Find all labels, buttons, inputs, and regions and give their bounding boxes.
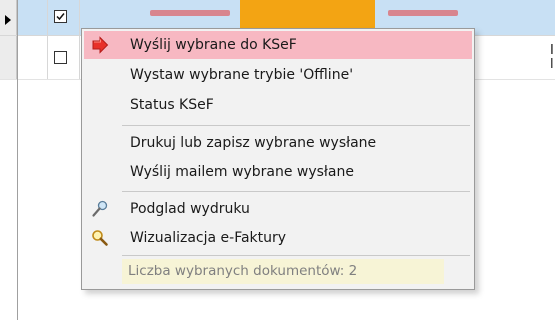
cell-text-fragment: l bbox=[550, 57, 554, 72]
column-divider bbox=[47, 36, 48, 79]
row-checkbox[interactable] bbox=[54, 51, 67, 64]
menu-item-label: Podglad wydruku bbox=[130, 201, 250, 217]
column-divider bbox=[47, 0, 48, 35]
context-menu: Wyślij wybrane do KSeF Wystaw wybrane tr… bbox=[81, 28, 475, 290]
cell-text-fragment: I bbox=[550, 43, 554, 58]
column-divider bbox=[79, 36, 80, 79]
menu-item-visualize-einvoice[interactable]: Wizualizacja e-Faktury bbox=[84, 224, 472, 252]
selected-count-footer: Liczba wybranych dokumentów: 2 bbox=[122, 259, 444, 284]
row-checkbox[interactable] bbox=[54, 10, 67, 23]
menu-item-label: Wizualizacja e-Faktury bbox=[130, 230, 287, 246]
menu-separator bbox=[122, 191, 470, 192]
current-row-arrow-icon bbox=[5, 15, 11, 25]
grid-border bbox=[17, 0, 18, 320]
magnifier-preview-icon bbox=[90, 199, 110, 219]
row-selector[interactable] bbox=[0, 0, 17, 35]
cell-text-fragment bbox=[388, 10, 458, 16]
menu-item-label: Drukuj lub zapisz wybrane wysłane bbox=[130, 135, 377, 151]
checkmark-icon bbox=[56, 13, 65, 21]
send-arrow-icon bbox=[90, 35, 110, 55]
menu-item-label: Wyślij mailem wybrane wysłane bbox=[130, 164, 354, 180]
menu-item-label: Wyślij wybrane do KSeF bbox=[130, 37, 297, 53]
menu-item-print-preview[interactable]: Podglad wydruku bbox=[84, 195, 472, 223]
column-divider bbox=[79, 0, 80, 35]
menu-item-issue-offline[interactable]: Wystaw wybrane trybie 'Offline' bbox=[84, 61, 472, 89]
menu-separator bbox=[122, 255, 470, 256]
menu-item-label: Status KSeF bbox=[130, 97, 214, 113]
magnifier-icon bbox=[90, 228, 110, 248]
row-selector[interactable] bbox=[0, 36, 17, 79]
cell-text-fragment bbox=[150, 10, 230, 16]
menu-item-label: Wystaw wybrane trybie 'Offline' bbox=[130, 67, 354, 83]
selected-count-label: Liczba wybranych dokumentów: 2 bbox=[128, 263, 358, 279]
menu-item-ksef-status[interactable]: Status KSeF bbox=[84, 91, 472, 119]
menu-item-email-sent[interactable]: Wyślij mailem wybrane wysłane bbox=[84, 158, 472, 186]
menu-separator bbox=[122, 125, 470, 126]
menu-item-print-save-sent[interactable]: Drukuj lub zapisz wybrane wysłane bbox=[84, 129, 472, 157]
menu-item-send-to-ksef[interactable]: Wyślij wybrane do KSeF bbox=[84, 31, 472, 59]
